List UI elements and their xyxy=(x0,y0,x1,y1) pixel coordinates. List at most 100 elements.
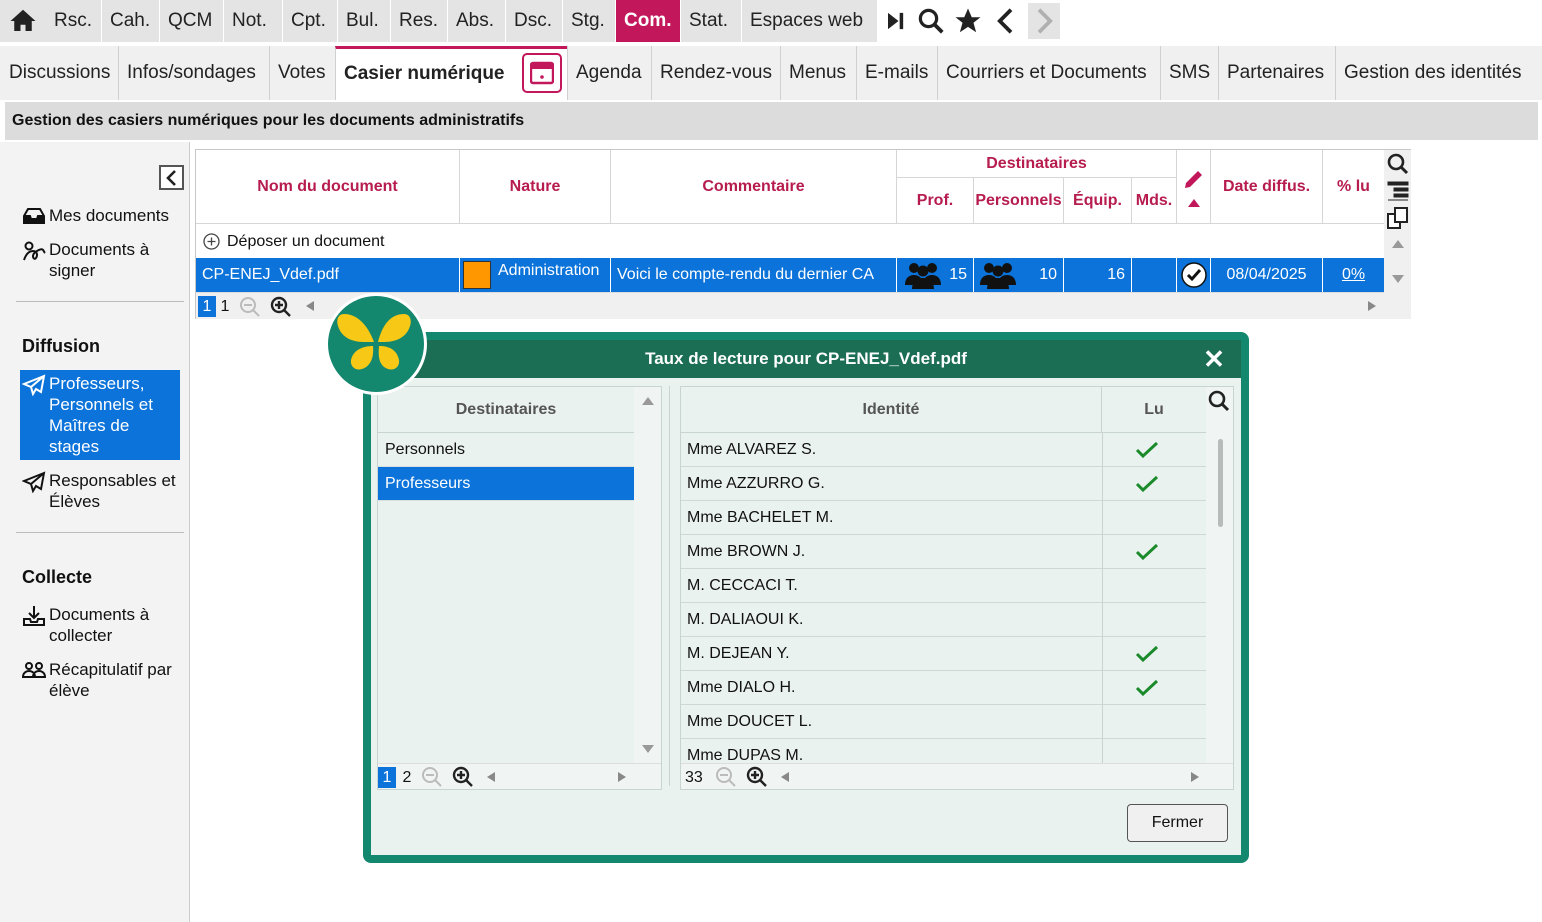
list-footer: 1 2 xyxy=(378,763,661,789)
page-number[interactable]: 1 xyxy=(378,767,396,788)
column-header-personnels[interactable]: Personnels xyxy=(974,178,1064,223)
tab-item[interactable]: Infos/sondages xyxy=(118,46,264,100)
close-icon[interactable]: ✕ xyxy=(1195,340,1233,378)
column-header-nom[interactable]: Nom du document xyxy=(196,150,460,223)
column-header-nature[interactable]: Nature xyxy=(460,150,611,223)
scroll-left-icon[interactable] xyxy=(487,772,495,782)
back-icon[interactable] xyxy=(991,6,1021,36)
zoom-out-icon[interactable] xyxy=(714,765,738,789)
tab-item[interactable]: Rendez-vous xyxy=(651,46,780,100)
sidebar-item-mes-documents[interactable]: Mes documents xyxy=(20,205,180,226)
sidebar-item-label: Documents à collecter xyxy=(49,605,150,645)
collapse-sidebar-button[interactable] xyxy=(159,165,184,190)
read-check-icon xyxy=(1135,645,1159,663)
page-number[interactable]: 1 xyxy=(198,296,216,317)
tab-item[interactable]: Menus xyxy=(780,46,854,100)
top-nav-item[interactable]: Com. xyxy=(615,0,680,42)
home-icon[interactable] xyxy=(8,6,38,36)
scroll-down-icon[interactable] xyxy=(1392,275,1404,283)
top-nav-item[interactable]: QCM xyxy=(159,0,220,42)
column-header-mds[interactable]: Mds. xyxy=(1132,178,1177,223)
column-header-date[interactable]: Date diffus. xyxy=(1211,150,1323,223)
scroll-right-icon[interactable] xyxy=(1191,772,1199,782)
list-item[interactable]: Professeurs xyxy=(378,467,634,501)
top-nav-item[interactable]: Espaces web xyxy=(741,0,871,42)
top-nav-item[interactable]: Rsc. xyxy=(46,0,100,42)
column-header-commentaire[interactable]: Commentaire xyxy=(611,150,897,223)
zoom-in-icon[interactable] xyxy=(745,765,769,789)
top-nav-item[interactable]: Not. xyxy=(223,0,275,42)
page-number[interactable]: 2 xyxy=(398,767,416,788)
calendar-button[interactable] xyxy=(522,53,562,93)
scrollbar[interactable] xyxy=(634,387,661,763)
scroll-down-icon[interactable] xyxy=(642,745,654,753)
tab-item[interactable]: Agenda xyxy=(567,46,650,100)
column-header-prof[interactable]: Prof. xyxy=(897,178,974,223)
scroll-left-icon[interactable] xyxy=(306,301,314,311)
table-row[interactable]: Mme AZZURRO G. xyxy=(681,467,1206,501)
zoom-out-icon[interactable] xyxy=(420,765,444,789)
sidebar-divider xyxy=(16,532,184,533)
top-nav-item[interactable]: Cah. xyxy=(101,0,158,42)
top-nav-item[interactable]: Dsc. xyxy=(505,0,560,42)
column-header-equip[interactable]: Équip. xyxy=(1064,178,1132,223)
table-row[interactable]: CP-ENEJ_Vdef.pdf Administration Voici le… xyxy=(196,258,1384,292)
sidebar-item-recapitulatif[interactable]: Récapitulatif par élève xyxy=(20,659,180,701)
sidebar-item-documents-a-collecter[interactable]: Documents à collecter xyxy=(20,604,180,646)
column-header-signature[interactable] xyxy=(1177,150,1211,223)
scrollbar-thumb[interactable] xyxy=(1218,439,1223,527)
close-button[interactable]: Fermer xyxy=(1127,804,1228,842)
top-nav-item[interactable]: Cpt. xyxy=(282,0,334,42)
forward-button[interactable] xyxy=(1028,3,1060,39)
zoom-out-icon[interactable] xyxy=(238,295,262,319)
scroll-up-icon[interactable] xyxy=(1392,240,1404,248)
search-icon[interactable] xyxy=(1386,152,1410,176)
sidebar-item-responsables-eleves[interactable]: Responsables et Élèves xyxy=(20,470,180,512)
table-row[interactable]: Mme BACHELET M. xyxy=(681,501,1206,535)
top-nav-item[interactable]: Stg. xyxy=(562,0,613,42)
zoom-in-icon[interactable] xyxy=(269,295,293,319)
scroll-right-icon[interactable] xyxy=(618,772,626,782)
table-row[interactable]: Mme ALVAREZ S. xyxy=(681,433,1206,467)
personnels-count: 10 xyxy=(1039,266,1057,283)
scrollbar[interactable] xyxy=(1206,387,1233,763)
tab-item[interactable]: E-mails xyxy=(856,46,936,100)
table-row[interactable]: M. DALIAOUI K. xyxy=(681,603,1206,637)
skip-end-icon[interactable] xyxy=(881,6,909,36)
table-row[interactable]: Mme DIALO H. xyxy=(681,671,1206,705)
table-row[interactable]: M. DEJEAN Y. xyxy=(681,637,1206,671)
top-nav-item[interactable]: Abs. xyxy=(447,0,502,42)
read-rate-link[interactable]: 0% xyxy=(1323,258,1384,292)
table-row[interactable]: M. CECCACI T. xyxy=(681,569,1206,603)
column-header-lu[interactable]: % lu xyxy=(1323,150,1384,223)
tab-item[interactable]: SMS xyxy=(1160,46,1218,100)
tab-item[interactable]: Courriers et Documents xyxy=(937,46,1155,100)
star-icon[interactable] xyxy=(953,6,983,36)
column-header-identite[interactable]: Identité xyxy=(681,387,1102,433)
top-nav-item[interactable]: Bul. xyxy=(337,0,387,42)
columns-settings-icon[interactable] xyxy=(1386,179,1410,203)
sidebar-item-documents-a-signer[interactable]: Documents à signer xyxy=(20,239,180,281)
search-icon[interactable] xyxy=(916,6,946,36)
list-item[interactable]: Personnels xyxy=(378,433,634,467)
scroll-up-icon[interactable] xyxy=(642,397,654,405)
page-title: Gestion des casiers numériques pour les … xyxy=(5,102,1538,140)
copy-icon[interactable] xyxy=(1386,206,1410,230)
tab-item[interactable]: Discussions xyxy=(1,46,118,100)
column-header-lu[interactable]: Lu xyxy=(1102,387,1206,433)
zoom-in-icon[interactable] xyxy=(451,765,475,789)
tab-item[interactable]: Partenaires xyxy=(1218,46,1332,100)
add-document-row[interactable]: Déposer un document xyxy=(196,225,1384,258)
table-row[interactable]: Mme BROWN J. xyxy=(681,535,1206,569)
search-icon[interactable] xyxy=(1207,389,1231,413)
identity-name: Mme BACHELET M. xyxy=(687,509,834,526)
scroll-left-icon[interactable] xyxy=(781,772,789,782)
sidebar-item-professeurs-personnels[interactable]: Professeurs, Personnels et Maîtres de st… xyxy=(20,370,180,460)
tab-item[interactable]: Votes xyxy=(269,46,334,100)
table-row[interactable]: Mme DUPAS M. xyxy=(681,739,1206,763)
top-nav-item[interactable]: Stat. xyxy=(680,0,736,42)
top-nav-item[interactable]: Res. xyxy=(390,0,446,42)
table-row[interactable]: Mme DOUCET L. xyxy=(681,705,1206,739)
tab-item[interactable]: Gestion des identités xyxy=(1335,46,1529,100)
scroll-right-icon[interactable] xyxy=(1368,301,1376,311)
